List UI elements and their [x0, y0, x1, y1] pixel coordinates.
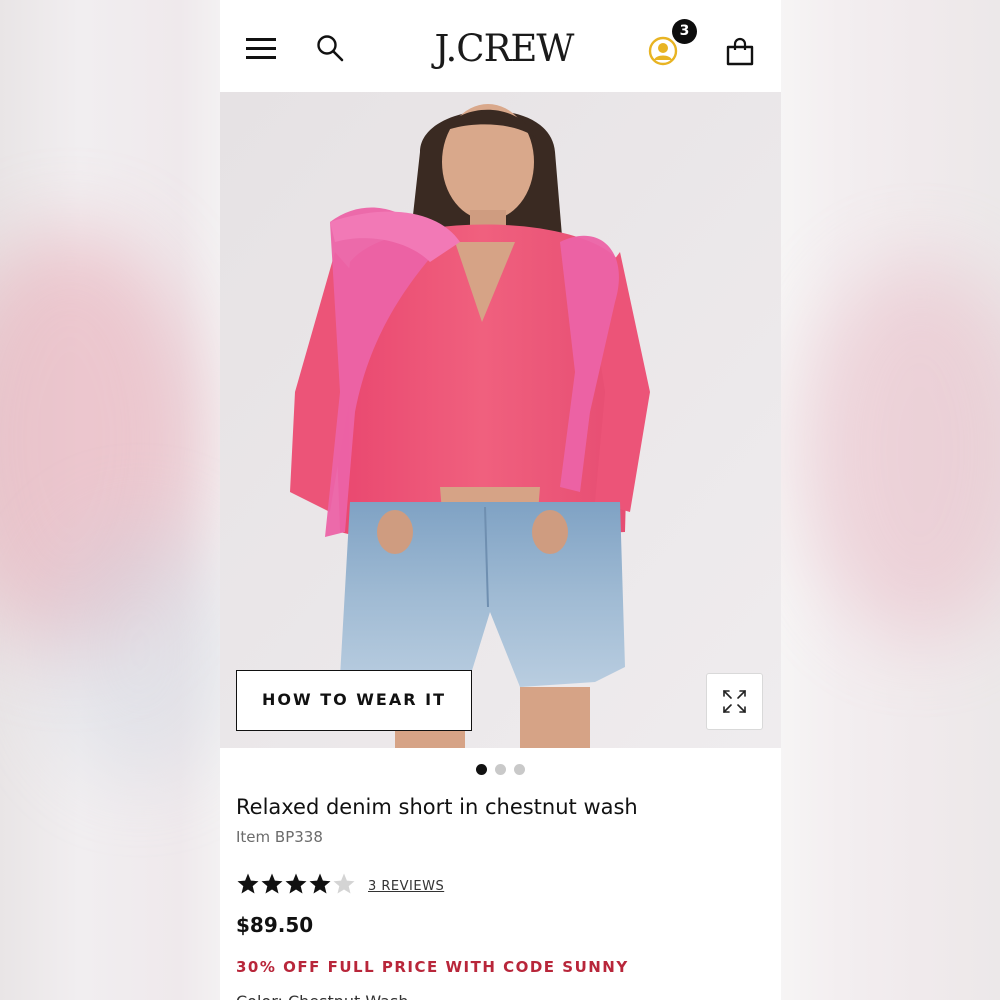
carousel-dots	[476, 764, 526, 776]
star-filled-icon	[237, 873, 259, 894]
star-filled-icon	[261, 873, 283, 894]
promo-text: 30% OFF FULL PRICE WITH CODE SUNNY	[236, 958, 629, 976]
search-icon[interactable]	[316, 34, 344, 62]
item-number: Item BP338	[236, 828, 323, 846]
shopping-bag-icon[interactable]	[724, 36, 756, 68]
brand-logo[interactable]: J.CREW	[424, 26, 584, 72]
product-title: Relaxed denim short in chestnut wash	[236, 795, 638, 819]
hamburger-menu-icon[interactable]	[246, 38, 276, 60]
product-price: $89.50	[236, 913, 314, 937]
star-empty-icon	[333, 873, 355, 894]
star-filled-icon	[285, 873, 307, 894]
reviews-link[interactable]: 3 REVIEWS	[368, 879, 444, 894]
carousel-dot-2[interactable]	[495, 764, 506, 775]
backdrop-right	[780, 0, 1000, 1000]
how-to-wear-button[interactable]: HOW TO WEAR IT	[236, 670, 472, 731]
backdrop-left	[0, 0, 220, 1000]
expand-icon[interactable]	[706, 673, 763, 730]
model-photo	[220, 92, 781, 748]
account-icon[interactable]	[648, 36, 678, 66]
product-page: J.CREW 3 HOW TO WEAR IT Relaxed denim sh…	[220, 0, 781, 1000]
carousel-dot-3[interactable]	[514, 764, 525, 775]
star-filled-icon	[309, 873, 331, 894]
site-header: J.CREW 3	[220, 0, 781, 92]
product-image[interactable]: HOW TO WEAR IT	[220, 92, 781, 748]
color-label: Color: Chestnut Wash	[236, 992, 408, 1000]
bag-count-badge: 3	[672, 19, 697, 44]
carousel-dot-1[interactable]	[476, 764, 487, 775]
